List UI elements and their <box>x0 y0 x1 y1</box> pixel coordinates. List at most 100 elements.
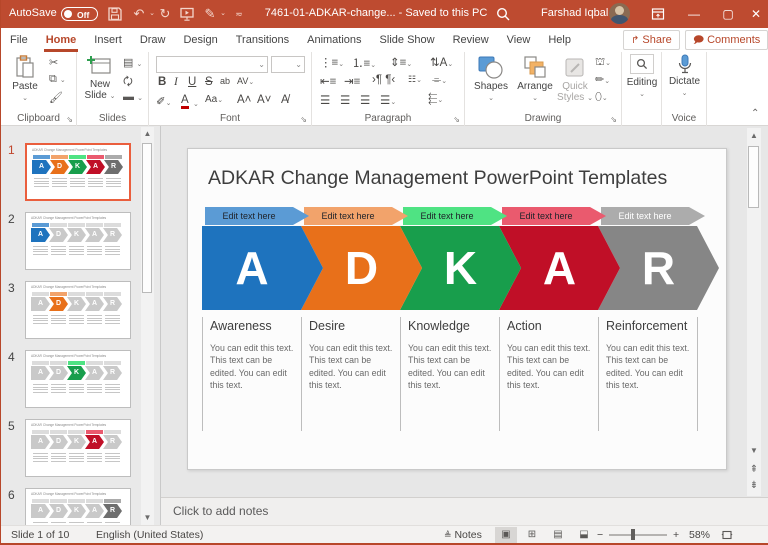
zoom-slider-track[interactable] <box>609 534 667 536</box>
align-right-button[interactable]: ☰ <box>360 93 370 107</box>
numbering-button[interactable]: ⒈≡⌄ <box>352 55 376 71</box>
paragraph-marks-button[interactable]: ›¶ ¶‹ <box>372 74 395 86</box>
qat-overflow-icon[interactable]: ≂ <box>229 4 249 24</box>
editor-scroll-up-icon[interactable]: ▲ <box>747 131 761 140</box>
shape-effects-icon[interactable]: ⬯⌄ <box>595 91 608 104</box>
arrange-button[interactable]: Arrange⌄ <box>513 55 557 103</box>
strikethrough-button[interactable]: S <box>205 76 213 88</box>
font-dialog-launcher-icon[interactable]: ⇘ <box>300 115 307 124</box>
thumbnail-scrollbar[interactable]: ▲ ▼ <box>141 127 154 525</box>
tab-file[interactable]: File <box>1 28 37 52</box>
zoom-in-button[interactable]: + <box>673 529 679 541</box>
comments-button[interactable]: 🗩Comments <box>685 30 768 50</box>
zoom-level-indicator[interactable]: 58% <box>689 529 710 541</box>
thumbnail-scroll-up-icon[interactable]: ▲ <box>141 129 154 138</box>
step-column-1[interactable]: AwarenessYou can edit this text. This te… <box>210 319 296 391</box>
normal-view-button[interactable]: ▣ <box>495 527 517 543</box>
step-banner-4[interactable]: Edit text here <box>502 207 606 225</box>
step-column-5[interactable]: ReinforcementYou can edit this text. Thi… <box>606 319 692 391</box>
slide-thumbnail-4[interactable]: ADKAR Change Management PowerPoint Templ… <box>25 350 131 408</box>
tab-design[interactable]: Design <box>174 28 226 52</box>
reset-slide-icon[interactable]: 🗘 <box>123 73 133 92</box>
font-size-combobox[interactable]: ⌄ <box>271 56 305 73</box>
underline-button[interactable]: U <box>188 76 196 88</box>
close-button[interactable]: ✕ <box>741 0 768 28</box>
notes-pane[interactable]: Click to add notes <box>161 497 768 525</box>
justify-button[interactable]: ☰⌄ <box>380 93 396 107</box>
grow-font-button[interactable]: A˄ <box>237 94 251 106</box>
step-body-text[interactable]: You can edit this text. This text can be… <box>309 342 395 391</box>
autosave-toggle[interactable]: Off <box>61 7 98 21</box>
previous-slide-button[interactable]: ⇞ <box>747 464 761 475</box>
sort-text-button[interactable]: ⇅A⌄ <box>430 55 453 69</box>
search-icon[interactable] <box>493 4 513 24</box>
text-shadow-button[interactable]: ab <box>220 76 230 86</box>
fit-slide-to-window-icon[interactable] <box>721 529 733 541</box>
text-direction-button[interactable]: ⌯⌄ <box>432 74 447 87</box>
dictate-button[interactable]: Dictate⌄ <box>666 54 703 98</box>
shape-fill-icon[interactable]: ⛫⌄ <box>595 56 611 70</box>
cut-icon[interactable]: ✂ <box>49 56 58 69</box>
drawing-dialog-launcher-icon[interactable]: ⇘ <box>610 115 617 124</box>
language-indicator[interactable]: English (United States) <box>96 529 203 541</box>
new-slide-button[interactable]: NewSlide ⌄ <box>81 55 119 101</box>
editor-scroll-down-icon[interactable]: ▼ <box>747 446 761 455</box>
tab-home[interactable]: Home <box>37 28 86 52</box>
shapes-button[interactable]: Shapes⌄ <box>471 55 511 103</box>
user-name[interactable]: Farshad Iqbal <box>541 7 608 19</box>
tab-view[interactable]: View <box>498 28 540 52</box>
clear-formatting-button[interactable]: A̸ <box>281 94 289 106</box>
align-left-button[interactable]: ☰ <box>320 93 330 107</box>
step-body-text[interactable]: You can edit this text. This text can be… <box>606 342 692 391</box>
user-avatar[interactable] <box>609 3 630 24</box>
notes-toggle-button[interactable]: ≜ Notes <box>444 529 482 541</box>
section-icon[interactable]: ▬ ⌄ <box>123 91 143 103</box>
redo-icon[interactable]: ↻ <box>155 4 175 24</box>
shape-outline-icon[interactable]: ✏⌄ <box>595 73 610 86</box>
notes-placeholder[interactable]: Click to add notes <box>173 504 268 518</box>
share-button[interactable]: ↱Share <box>623 30 680 50</box>
step-body-text[interactable]: You can edit this text. This text can be… <box>507 342 593 391</box>
minimize-button[interactable]: — <box>679 0 709 28</box>
maximize-button[interactable]: ▢ <box>713 0 743 28</box>
quick-styles-button[interactable]: QuickStyles ⌄ <box>557 55 593 103</box>
align-center-button[interactable]: ☰ <box>340 93 350 107</box>
slide-thumbnail-5[interactable]: ADKAR Change Management PowerPoint Templ… <box>25 419 131 477</box>
slideshow-view-button[interactable]: ⬓ <box>573 527 595 543</box>
font-name-combobox[interactable]: ⌄ <box>156 56 268 73</box>
italic-button[interactable]: I <box>174 76 178 88</box>
clipboard-dialog-launcher-icon[interactable]: ⇘ <box>66 115 73 124</box>
slide-canvas[interactable]: ADKAR Change Management PowerPoint Templ… <box>187 148 727 470</box>
slide-number-indicator[interactable]: Slide 1 of 10 <box>11 529 69 541</box>
step-banner-2[interactable]: Edit text here <box>304 207 408 225</box>
slide-title-text[interactable]: ADKAR Change Management PowerPoint Templ… <box>208 167 667 190</box>
save-icon[interactable] <box>105 4 125 24</box>
increase-indent-button[interactable]: ⇥≡ <box>344 74 360 88</box>
paragraph-dialog-launcher-icon[interactable]: ⇘ <box>453 115 460 124</box>
step-column-3[interactable]: KnowledgeYou can edit this text. This te… <box>408 319 494 391</box>
tab-animations[interactable]: Animations <box>298 28 370 52</box>
editor-scrollbar[interactable]: ▲ ▼ ⇞ ⇟ <box>747 128 761 496</box>
copy-icon[interactable]: ⧉ ⌄ <box>49 73 66 86</box>
shrink-font-button[interactable]: A˅ <box>257 94 271 106</box>
slide-thumbnail-3[interactable]: ADKAR Change Management PowerPoint Templ… <box>25 281 131 339</box>
paste-button[interactable]: Paste⌄ <box>7 55 43 103</box>
slide-thumbnail-1[interactable]: ADKAR Change Management PowerPoint Templ… <box>25 143 131 201</box>
character-spacing-button[interactable]: AV⌄ <box>237 76 254 86</box>
change-case-button[interactable]: Aa⌄ <box>205 94 223 105</box>
step-banner-5[interactable]: Edit text here <box>601 207 705 225</box>
editing-button[interactable]: Editing⌄ <box>626 54 658 99</box>
step-column-4[interactable]: ActionYou can edit this text. This text … <box>507 319 593 391</box>
slide-thumbnail-2[interactable]: ADKAR Change Management PowerPoint Templ… <box>25 212 131 270</box>
slide-sorter-view-button[interactable]: ⊞ <box>521 527 543 543</box>
tab-draw[interactable]: Draw <box>131 28 175 52</box>
columns-button[interactable]: ☷⌄ <box>408 74 422 85</box>
highlight-color-button[interactable]: ✐⌄ <box>156 94 172 108</box>
zoom-out-button[interactable]: − <box>597 529 603 541</box>
editor-scrollbar-thumb[interactable] <box>748 146 759 208</box>
tab-insert[interactable]: Insert <box>85 28 131 52</box>
zoom-slider-thumb[interactable] <box>631 529 635 540</box>
line-spacing-button[interactable]: ⇕≡⌄ <box>390 55 412 69</box>
step-column-2[interactable]: DesireYou can edit this text. This text … <box>309 319 395 391</box>
step-body-text[interactable]: You can edit this text. This text can be… <box>408 342 494 391</box>
